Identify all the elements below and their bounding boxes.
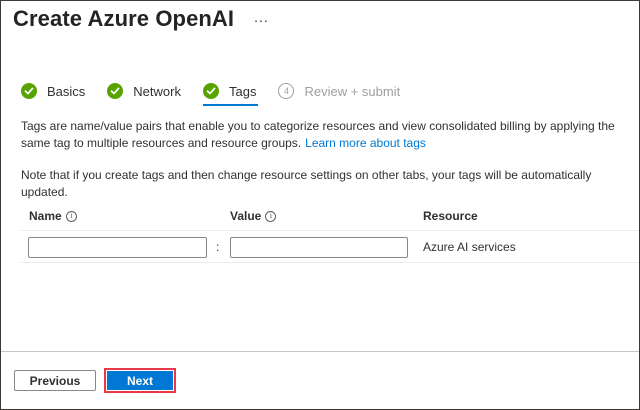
- learn-more-link[interactable]: Learn more about tags: [305, 136, 426, 150]
- column-label: Resource: [423, 209, 478, 223]
- step-number-icon: 4: [278, 83, 295, 99]
- tag-resource: Azure AI services: [423, 240, 516, 254]
- tag-value-input[interactable]: [230, 237, 408, 258]
- next-button-highlight: Next: [104, 368, 176, 393]
- tab-tags[interactable]: Tags: [202, 80, 259, 106]
- column-label: Name: [29, 209, 62, 223]
- column-header-resource: Resource: [423, 209, 478, 223]
- wizard-steps: Basics Network Tags 4 Review + submit: [21, 80, 422, 106]
- more-options-icon[interactable]: ...: [254, 9, 269, 25]
- tab-label: Review + submit: [304, 83, 401, 99]
- tags-note: Note that if you create tags and then ch…: [21, 168, 592, 199]
- tab-label: Network: [133, 83, 181, 99]
- next-button[interactable]: Next: [107, 371, 173, 390]
- tab-label: Basics: [47, 83, 86, 99]
- footer-divider: [1, 351, 639, 352]
- checkmark-icon: [21, 83, 37, 99]
- tab-basics[interactable]: Basics: [21, 80, 85, 102]
- column-header-name: Name i: [29, 209, 77, 223]
- page-header: Create Azure OpenAI ...: [13, 6, 269, 32]
- previous-button[interactable]: Previous: [14, 370, 96, 391]
- page-title: Create Azure OpenAI: [13, 6, 235, 31]
- create-resource-panel: Create Azure OpenAI ... Basics Network T…: [0, 0, 640, 410]
- tab-network[interactable]: Network: [107, 80, 181, 102]
- checkmark-icon: [202, 83, 219, 99]
- info-icon[interactable]: i: [265, 210, 277, 222]
- info-icon[interactable]: i: [65, 210, 77, 222]
- header-divider: [21, 230, 639, 231]
- column-header-value: Value i: [230, 209, 277, 223]
- name-value-separator: :: [216, 240, 220, 254]
- column-label: Value: [230, 209, 262, 223]
- tag-name-input[interactable]: [28, 237, 207, 258]
- checkmark-icon: [107, 83, 124, 99]
- tab-label: Tags: [228, 83, 257, 99]
- tab-review-submit[interactable]: 4 Review + submit: [278, 80, 400, 102]
- tags-description: Tags are name/value pairs that enable yo…: [21, 118, 633, 152]
- row-divider: [21, 262, 639, 263]
